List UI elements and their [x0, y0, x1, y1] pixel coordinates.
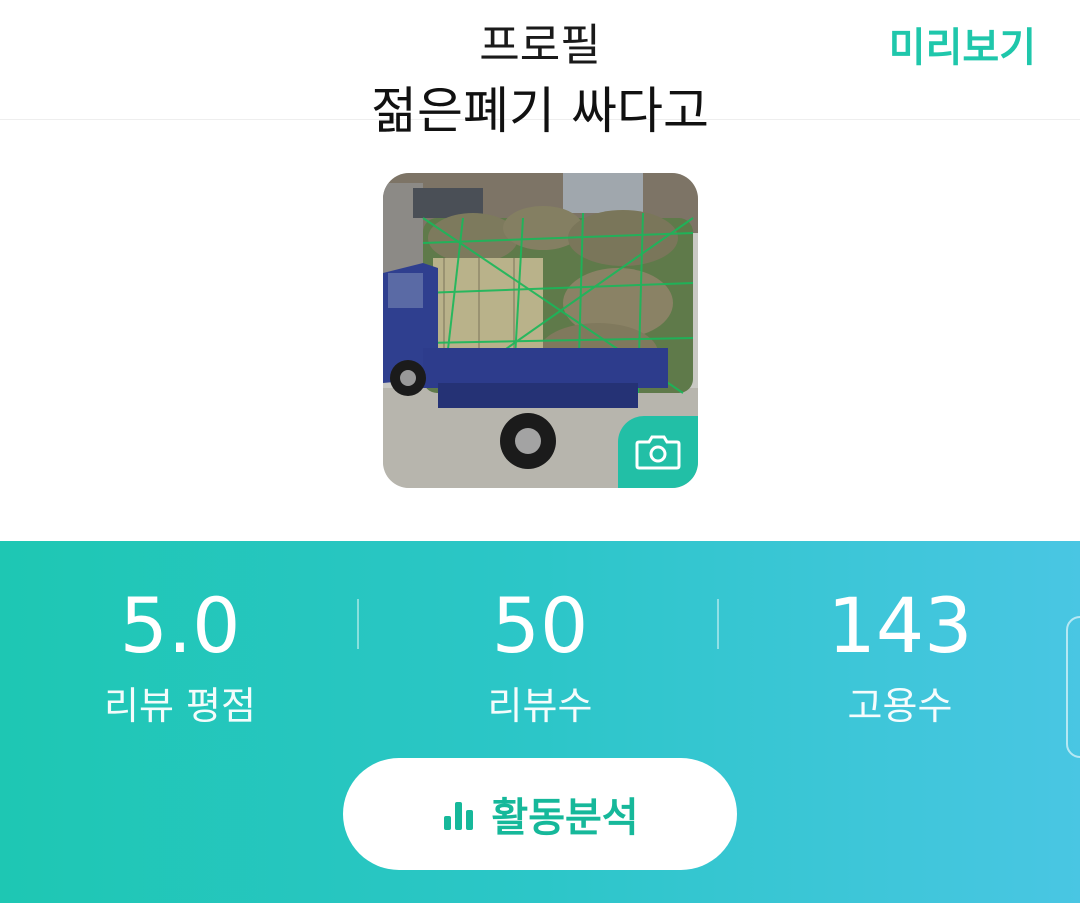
stat-hire-count: 143 고용수: [720, 581, 1080, 731]
stat-divider: [717, 599, 719, 649]
review-count-label: 리뷰수: [487, 684, 593, 728]
camera-icon: [635, 435, 681, 470]
activity-analysis-button[interactable]: 활동분석: [343, 758, 737, 870]
hire-count-value: 143: [827, 581, 973, 670]
stat-divider: [357, 599, 359, 649]
bottom-area: [0, 903, 1080, 922]
activity-analysis-label: 활동분석: [491, 795, 639, 841]
review-count-value: 50: [491, 581, 589, 670]
hire-count-label: 고용수: [847, 684, 953, 728]
bar-chart-icon: [444, 802, 474, 830]
rating-label: 리뷰 평점: [104, 684, 256, 728]
stats-panel: 5.0 리뷰 평점 50 리뷰수 143 고용수 활동분석: [0, 541, 1080, 903]
stat-rating: 5.0 리뷰 평점: [0, 581, 360, 731]
stat-review-count: 50 리뷰수: [360, 581, 720, 731]
scroll-handle[interactable]: [1066, 616, 1080, 758]
profile-page: 프로필 미리보기 젊은폐기 싸다고 5.0 리뷰 평점 50 리뷰수 143 고…: [0, 0, 1080, 922]
change-photo-button[interactable]: [618, 416, 698, 488]
profile-photo[interactable]: [383, 173, 698, 488]
rating-value: 5.0: [119, 581, 241, 670]
preview-button[interactable]: 미리보기: [889, 22, 1036, 74]
profile-name: 젊은폐기 싸다고: [371, 82, 709, 140]
